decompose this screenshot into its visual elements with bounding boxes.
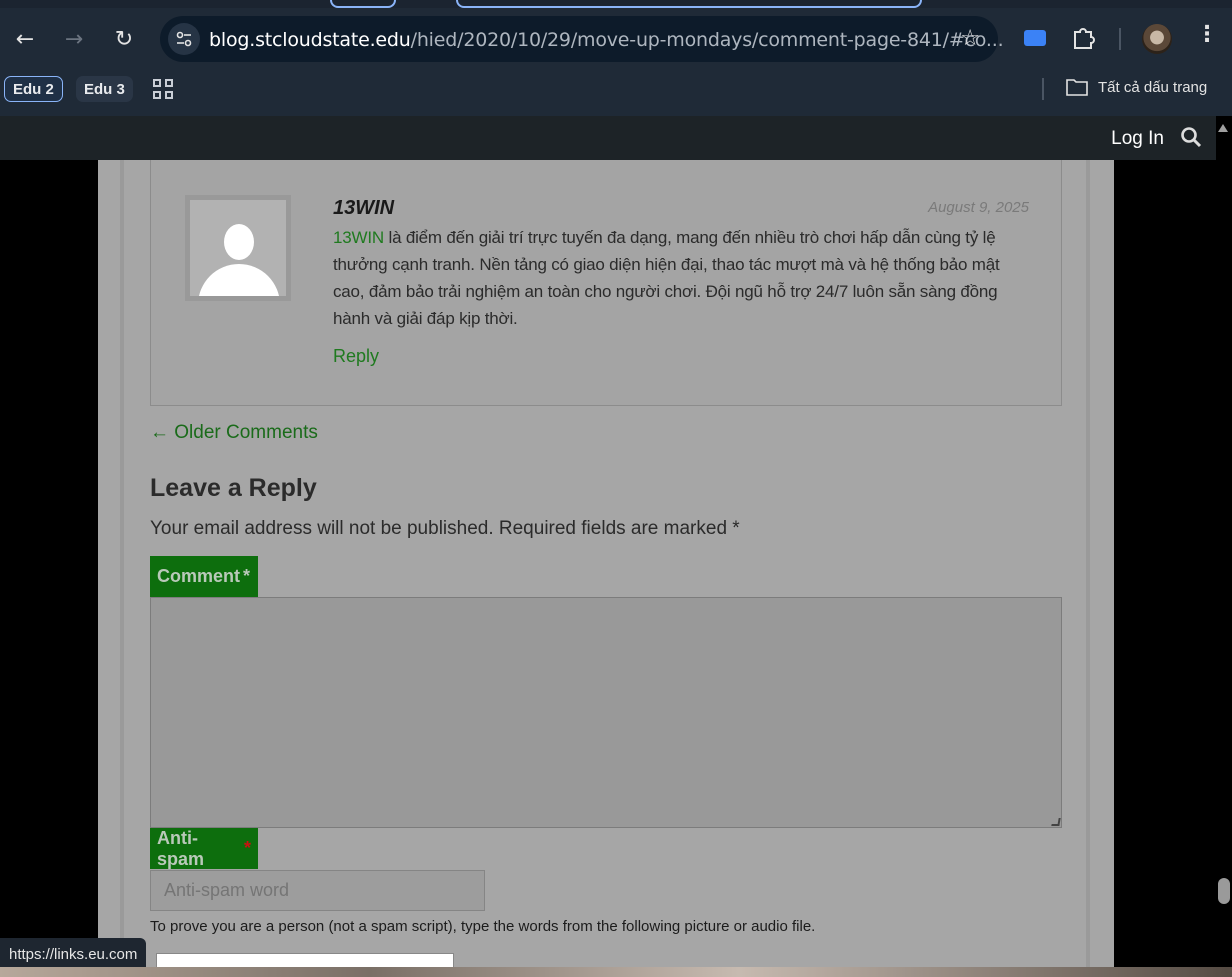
comment-body-text: là điểm đến giải trí trực tuyến đa dạng,… [333, 228, 1000, 328]
bookmark-edu2[interactable]: Edu 2 [4, 76, 63, 102]
site-admin-bar: Log In [0, 116, 1216, 160]
site-info-icon[interactable] [168, 23, 200, 55]
resize-grip-icon[interactable] [1051, 818, 1061, 826]
comment-field-label: Comment * [150, 556, 258, 597]
main-content: 13WIN August 9, 2025 13WIN là điểm đến g… [98, 160, 1114, 977]
login-link[interactable]: Log In [1111, 128, 1164, 150]
antispam-instructions: To prove you are a person (not a spam sc… [150, 918, 816, 935]
comment-author: 13WIN [333, 197, 395, 219]
profile-avatar[interactable] [1142, 24, 1172, 54]
background-strip [0, 967, 1232, 977]
comment-textarea[interactable] [150, 597, 1062, 828]
reply-heading: Leave a Reply [150, 474, 317, 502]
scroll-up-arrow-icon[interactable] [1218, 124, 1228, 132]
avatar-body [198, 264, 280, 296]
reload-icon[interactable]: ↻ [107, 22, 141, 56]
back-icon[interactable]: ← [8, 22, 42, 56]
all-bookmarks-label: Tất cả dấu trang [1098, 78, 1208, 96]
comment-body: 13WIN là điểm đến giải trí trực tuyến đa… [333, 224, 1033, 332]
antispam-label-text: Anti-spam [157, 827, 205, 869]
avatar [185, 195, 291, 301]
comment-date[interactable]: August 9, 2025 [928, 199, 1029, 216]
bookmarks-bar: Edu 2 Edu 3 Tất cả dấu trang [0, 70, 1232, 106]
url-host: blog.stcloudstate.edu [209, 29, 411, 51]
avatar-head [224, 224, 254, 260]
extensions-puzzle-icon[interactable] [1072, 24, 1096, 55]
status-url-bubble: https://links.eu.com [0, 938, 147, 970]
kebab-menu-icon[interactable]: ⋮ [1196, 22, 1218, 47]
antispam-input[interactable] [150, 870, 485, 911]
url-path: /hied/2020/10/29/move-up-mondays/comment… [410, 29, 1004, 51]
reply-link[interactable]: Reply [333, 346, 379, 367]
tab-edge-left[interactable] [330, 0, 396, 8]
antispam-field-label: Anti-spam * [150, 828, 258, 869]
all-bookmarks-button[interactable]: Tất cả dấu trang [1066, 78, 1207, 96]
required-mark: * [243, 566, 251, 586]
browser-toolbar: ← → ↻ blog.stcloudstate.edu/hied/2020/10… [0, 14, 1232, 64]
bookmarks-divider [1042, 78, 1044, 100]
scroll-thumb[interactable] [1218, 878, 1230, 904]
address-bar[interactable]: blog.stcloudstate.edu/hied/2020/10/29/mo… [160, 16, 1004, 62]
bookmark-edu3[interactable]: Edu 3 [76, 76, 133, 102]
email-note: Your email address will not be published… [150, 518, 740, 539]
toolbar-divider [1119, 28, 1121, 50]
comment-author-link[interactable]: 13WIN [333, 228, 384, 247]
forward-icon[interactable]: → [57, 22, 91, 56]
comment-label-text: Comment [157, 566, 241, 586]
active-tab-edge[interactable] [456, 0, 922, 8]
browser-chrome: ← → ↻ blog.stcloudstate.edu/hied/2020/10… [0, 0, 1232, 116]
folder-icon [1066, 79, 1088, 96]
extension-icon[interactable] [1024, 30, 1046, 46]
older-comments-link[interactable]: ← Older Comments [150, 422, 318, 444]
comment-item: 13WIN August 9, 2025 13WIN là điểm đến g… [150, 160, 1062, 406]
url-text[interactable]: blog.stcloudstate.edu/hied/2020/10/29/mo… [209, 29, 1004, 51]
search-icon[interactable] [1180, 126, 1202, 148]
tab-strip [0, 0, 1232, 8]
bookmark-star-icon[interactable]: ☆ [960, 26, 980, 51]
apps-grid-icon[interactable] [153, 79, 173, 99]
web-page: Log In 13WIN August 9, 2025 13WIN là điể… [0, 116, 1232, 977]
page-scrollbar[interactable] [1216, 116, 1232, 977]
required-mark: * [243, 838, 251, 858]
